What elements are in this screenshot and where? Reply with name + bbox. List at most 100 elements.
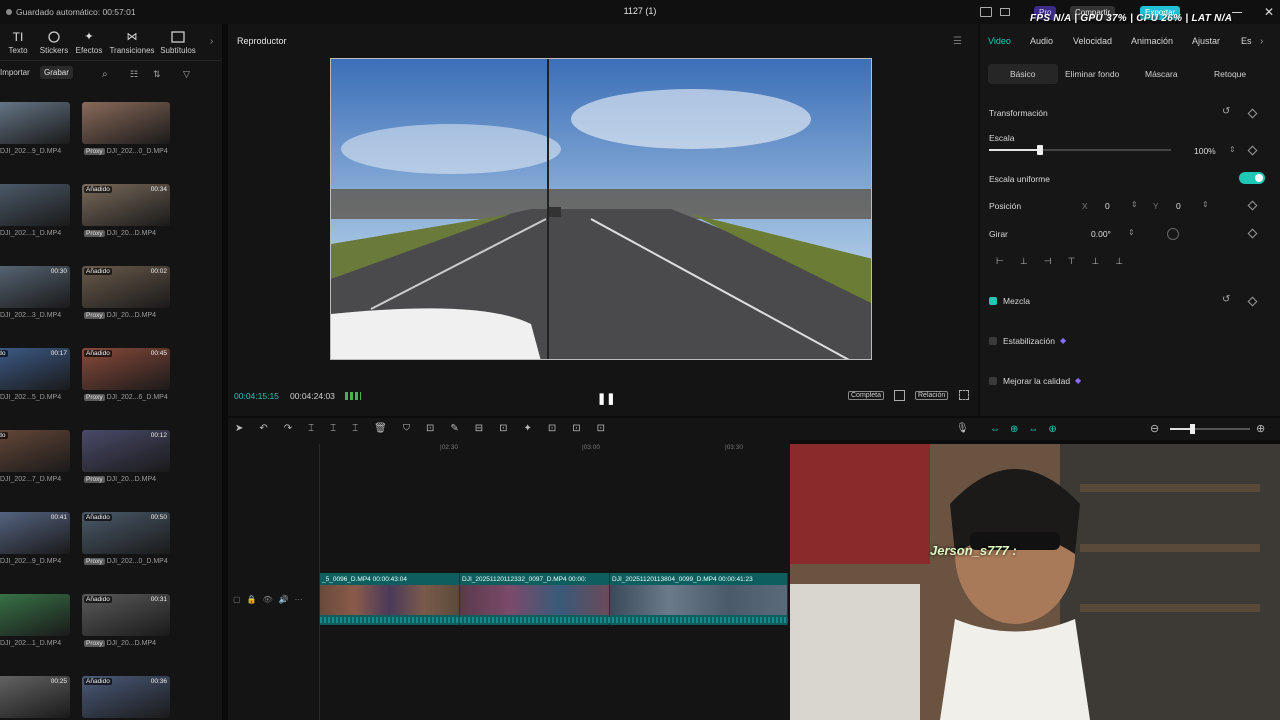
sticker-icon: [47, 30, 61, 44]
tool-effects[interactable]: ✦ Efectos: [69, 30, 109, 55]
clip-thumbnail[interactable]: Añadido 00:02: [82, 266, 170, 308]
subtab-remove-bg[interactable]: Eliminar fondo: [1065, 69, 1119, 79]
import-button[interactable]: Importar: [0, 68, 30, 77]
mic-icon[interactable]: 🎙: [956, 423, 969, 434]
stabilize-label[interactable]: Estabilización: [1003, 336, 1055, 346]
track-controls[interactable]: ▢🔒👁🔊⋯: [233, 595, 323, 604]
transitions-icon: ⋈: [126, 31, 138, 43]
clip-thumbnail[interactable]: [82, 102, 170, 144]
clip-thumbnail[interactable]: Añadido 00:50: [82, 512, 170, 554]
clip-thumbnail[interactable]: ñadido 00:17: [0, 348, 70, 390]
clip-thumbnail[interactable]: Añadido 00:34: [82, 184, 170, 226]
tab-speed[interactable]: Velocidad: [1073, 36, 1112, 46]
zoom-out-icon[interactable]: ⊖: [1150, 422, 1159, 435]
subtab-mask[interactable]: Máscara: [1145, 69, 1178, 79]
tool-subtitles[interactable]: Subtítulos: [158, 30, 198, 55]
app-window: Guardado automático: 00:57:01 1127 (1) P…: [0, 0, 1280, 720]
scale-slider-knob[interactable]: [1036, 145, 1043, 155]
chevron-right-icon[interactable]: ›: [210, 36, 213, 47]
enhance-checkbox[interactable]: [989, 377, 997, 385]
edit-tools[interactable]: ➤↶↷⌶⌶⌶🗑⛉⊡✎⊟⊡✦⊡⊡⊡: [235, 423, 705, 434]
search-icon[interactable]: ⌕: [102, 69, 108, 80]
snap-tools[interactable]: ⇔⊕⇔⊕: [990, 424, 1110, 435]
clip-name-row: Proxy DJI_202...6_D.MP4: [84, 394, 168, 401]
blend-label[interactable]: Mezcla: [1003, 296, 1030, 306]
tab-adjust[interactable]: Ajustar: [1192, 36, 1220, 46]
clip-thumbnail[interactable]: Añadido 00:31: [82, 594, 170, 636]
blend-checkbox[interactable]: [989, 297, 997, 305]
screenshot-icon[interactable]: [894, 390, 905, 401]
clip-name: DJI_20...D.MP4: [106, 312, 157, 319]
fullscreen-icon[interactable]: [959, 390, 969, 400]
clip-thumbnail[interactable]: [0, 102, 70, 144]
scale-value[interactable]: 100%: [1194, 146, 1216, 156]
reset-icon[interactable]: ↺: [1222, 294, 1230, 305]
clip-thumbnail[interactable]: 00:12: [82, 430, 170, 472]
rotate-dial-icon[interactable]: [1167, 228, 1179, 240]
tab-animation[interactable]: Animación: [1131, 36, 1173, 46]
clip-thumbnail[interactable]: Añadido 00:36: [82, 676, 170, 718]
clip-name-row: Proxy DJI_20...D.MP4: [84, 476, 156, 483]
close-icon[interactable]: ✕: [1264, 5, 1274, 19]
subtab-basic[interactable]: Básico: [1010, 69, 1036, 79]
stepper-icon[interactable]: ⇕: [1131, 200, 1138, 209]
rotate-input[interactable]: 0.00°: [1091, 229, 1111, 239]
pause-button[interactable]: ❚❚: [597, 392, 615, 405]
clip-name: DJI_202...6_D.MP4: [106, 394, 168, 401]
transform-heading[interactable]: Transformación: [989, 108, 1048, 118]
video-frame: [331, 59, 871, 359]
proxy-badge: Proxy: [84, 394, 105, 401]
align-icons[interactable]: ⊢⊥⊣⊤⊥⊥: [996, 256, 1156, 267]
stepper-icon[interactable]: ⇕: [1202, 200, 1209, 209]
tab-video[interactable]: Video: [988, 36, 1011, 46]
subtab-retouch[interactable]: Retoque: [1214, 69, 1246, 79]
clip-thumbnails: [460, 585, 609, 615]
clip-thumbnail[interactable]: [0, 594, 70, 636]
scale-label: Escala: [989, 133, 1015, 143]
video-track[interactable]: _5_0096_D.MP4 00:00:43:04 DJI_2025112011…: [320, 573, 788, 625]
grid-view-icon[interactable]: ☷: [130, 69, 138, 80]
stabilize-checkbox[interactable]: [989, 337, 997, 345]
reset-icon[interactable]: ↺: [1222, 106, 1230, 117]
clip-thumbnail[interactable]: [0, 184, 70, 226]
menu-icon[interactable]: ☰: [953, 36, 962, 47]
uniform-scale-toggle[interactable]: [1239, 172, 1265, 184]
tool-stickers[interactable]: Stickers: [34, 30, 74, 55]
clip-thumbnail[interactable]: Añadido 00:45: [82, 348, 170, 390]
clip-thumbnail[interactable]: 00:25: [0, 676, 70, 718]
video-preview[interactable]: [330, 58, 872, 360]
sort-icon[interactable]: ⇅: [153, 69, 161, 80]
streamer-name: Jerson_s777 :: [930, 543, 1017, 558]
clip-duration: 00:17: [50, 350, 67, 357]
record-button[interactable]: Grabar: [40, 66, 73, 79]
clip-name: DJI_202...9_D.MP4: [0, 148, 62, 155]
ratio-button[interactable]: Relación: [915, 391, 949, 400]
stepper-icon[interactable]: ⇕: [1229, 145, 1236, 154]
proxy-badge: Proxy: [84, 558, 105, 565]
tool-text[interactable]: TI Texto: [0, 30, 38, 55]
tool-transitions[interactable]: ⋈ Transiciones: [108, 30, 156, 55]
clip-thumbnail[interactable]: 00:41: [0, 512, 70, 554]
clip-thumbnail[interactable]: 00:30: [0, 266, 70, 308]
enhance-label[interactable]: Mejorar la calidad: [1003, 376, 1070, 386]
tab-more[interactable]: Es: [1241, 36, 1252, 46]
full-quality-button[interactable]: Completa: [848, 391, 884, 400]
zoom-slider[interactable]: [1170, 424, 1250, 434]
pos-x-input[interactable]: 0: [1105, 201, 1110, 211]
pos-y-input[interactable]: 0: [1176, 201, 1181, 211]
filter-icon[interactable]: ▽: [183, 69, 190, 80]
tool-subtitles-label: Subtítulos: [160, 46, 196, 55]
chevron-right-icon[interactable]: ›: [1260, 36, 1263, 47]
zoom-in-icon[interactable]: ⊕: [1256, 422, 1265, 435]
added-badge: ñadido: [0, 432, 8, 439]
clip-thumbnail[interactable]: ñadido: [0, 430, 70, 472]
stepper-icon[interactable]: ⇕: [1128, 228, 1135, 237]
scale-slider[interactable]: [989, 145, 1171, 155]
layout-icon[interactable]: [980, 7, 992, 17]
clip-name-row: Proxy DJI_20...D.MP4: [84, 312, 156, 319]
tab-audio[interactable]: Audio: [1030, 36, 1053, 46]
minimize-icon[interactable]: [1232, 12, 1242, 13]
clip-name: DJI_202...3_D.MP4: [0, 312, 62, 319]
clip-thumbnails: [610, 585, 787, 615]
monitor-icon[interactable]: [1000, 8, 1010, 16]
